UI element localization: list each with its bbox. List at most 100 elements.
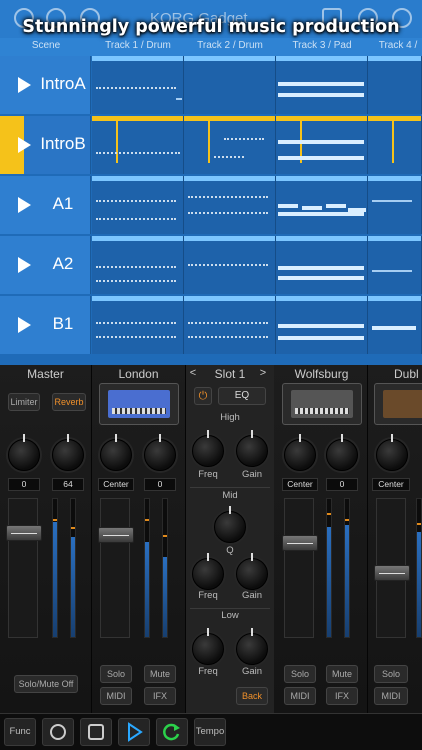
clip-a2-track2[interactable] xyxy=(184,236,276,294)
wolfsburg-pan-knob[interactable] xyxy=(284,434,316,471)
clip-a1-track3[interactable] xyxy=(276,176,368,234)
clip-a2-track4[interactable] xyxy=(368,236,422,294)
scene-button-a1[interactable]: A1 xyxy=(0,176,91,234)
scene-row-introb: IntroB xyxy=(0,116,422,174)
play-icon xyxy=(128,722,143,742)
master-fader[interactable] xyxy=(6,498,42,638)
clip-a1-track1[interactable] xyxy=(92,176,184,234)
play-button[interactable] xyxy=(118,718,150,746)
reverb-knob[interactable] xyxy=(52,434,84,471)
london-gadget-thumbnail[interactable] xyxy=(99,383,179,425)
eq-high-label: High xyxy=(220,412,240,423)
fader-cap[interactable] xyxy=(374,565,410,581)
high-freq-knob[interactable] xyxy=(192,430,224,467)
scene-button-introa[interactable]: IntroA xyxy=(0,56,91,114)
scene-button-introb[interactable]: IntroB xyxy=(0,116,91,174)
stop-button[interactable] xyxy=(80,718,112,746)
london-meter-left xyxy=(144,498,150,638)
scene-label: IntroA xyxy=(40,74,86,93)
low-gain-knob[interactable] xyxy=(236,628,268,665)
play-icon[interactable] xyxy=(18,77,31,93)
tempo-button[interactable]: Tempo xyxy=(194,718,226,746)
clip-introa-track3[interactable] xyxy=(276,56,368,114)
clip-introa-track4[interactable] xyxy=(368,56,422,114)
london-pan-value: Center xyxy=(98,478,134,491)
reverb-button[interactable]: Reverb xyxy=(52,393,86,411)
wolfsburg-gadget-thumbnail[interactable] xyxy=(282,383,362,425)
play-icon[interactable] xyxy=(18,197,31,213)
wolfsburg-ifx-button[interactable]: IFX xyxy=(326,687,358,705)
scene-button-a2[interactable]: A2 xyxy=(0,236,91,294)
clip-introb-track2[interactable] xyxy=(184,116,276,174)
play-icon[interactable] xyxy=(18,317,31,333)
clip-a1-track2[interactable] xyxy=(184,176,276,234)
clip-a2-track3[interactable] xyxy=(276,236,368,294)
clip-introa-track1[interactable] xyxy=(92,56,184,114)
loop-button[interactable] xyxy=(156,718,188,746)
func-button[interactable]: Func xyxy=(4,718,36,746)
master-meter-right xyxy=(70,498,76,638)
play-icon[interactable] xyxy=(18,137,31,153)
wolfsburg-midi-button[interactable]: MIDI xyxy=(284,687,316,705)
eq-button[interactable]: EQ xyxy=(218,387,266,405)
clip-a1-track4[interactable] xyxy=(368,176,422,234)
clip-introa-track2[interactable] xyxy=(184,56,276,114)
play-icon[interactable] xyxy=(18,257,31,273)
clip-introb-track3[interactable] xyxy=(276,116,368,174)
column-header-track-4[interactable]: Track 4 / xyxy=(368,40,422,51)
clip-a2-track1[interactable] xyxy=(92,236,184,294)
wolfsburg-send-knob[interactable] xyxy=(326,434,358,471)
column-header-track-1[interactable]: Track 1 / Drum xyxy=(92,40,184,51)
eq-mid-label: Mid xyxy=(222,490,238,501)
london-mute-button[interactable]: Mute xyxy=(144,665,176,683)
dublin-midi-button[interactable]: MIDI xyxy=(374,687,408,705)
record-button[interactable] xyxy=(42,718,74,746)
fader-cap[interactable] xyxy=(282,535,318,551)
fader-cap[interactable] xyxy=(6,525,42,541)
dublin-strip: Dubl Center Solo MIDI xyxy=(368,365,422,713)
scene-row-b1: B1 xyxy=(0,296,422,354)
mid-freq-knob[interactable] xyxy=(192,553,224,590)
mid-gain-knob[interactable] xyxy=(236,553,268,590)
scene-row-a2: A2 xyxy=(0,236,422,294)
wolfsburg-mute-button[interactable]: Mute xyxy=(326,665,358,683)
scene-label: IntroB xyxy=(40,134,86,153)
dublin-pan-knob[interactable] xyxy=(376,434,408,471)
london-send-knob[interactable] xyxy=(144,434,176,471)
solo-mute-off-button[interactable]: Solo/Mute Off xyxy=(14,675,78,693)
clip-b1-track2[interactable] xyxy=(184,296,276,354)
limiter-button[interactable]: Limiter xyxy=(8,393,40,411)
clip-b1-track4[interactable] xyxy=(368,296,422,354)
slot-next-button[interactable]: > xyxy=(256,367,270,379)
wolfsburg-fader[interactable] xyxy=(282,498,318,638)
wolfsburg-meter-left xyxy=(326,498,332,638)
high-gain-knob[interactable] xyxy=(236,430,268,467)
london-midi-button[interactable]: MIDI xyxy=(100,687,132,705)
london-ifx-button[interactable]: IFX xyxy=(144,687,176,705)
column-header-track-2[interactable]: Track 2 / Drum xyxy=(184,40,276,51)
eq-panel: < Slot 1 > ⏻ EQ High Freq Gain Mid Q Fre… xyxy=(186,365,274,713)
wolfsburg-solo-button[interactable]: Solo xyxy=(284,665,316,683)
back-button[interactable]: Back xyxy=(236,687,268,705)
dublin-fader[interactable] xyxy=(374,498,410,638)
dublin-solo-button[interactable]: Solo xyxy=(374,665,408,683)
london-solo-button[interactable]: Solo xyxy=(100,665,132,683)
master-strip: Master Limiter Reverb 0 64 Solo/Mute Off xyxy=(0,365,92,713)
dublin-gadget-thumbnail[interactable] xyxy=(374,383,422,425)
clip-b1-track3[interactable] xyxy=(276,296,368,354)
clip-b1-track1[interactable] xyxy=(92,296,184,354)
dublin-pan-value: Center xyxy=(372,478,410,491)
low-freq-knob[interactable] xyxy=(192,628,224,665)
column-header-track-3[interactable]: Track 3 / Pad xyxy=(276,40,368,51)
london-fader[interactable] xyxy=(98,498,134,638)
fader-cap[interactable] xyxy=(98,527,134,543)
scene-button-b1[interactable]: B1 xyxy=(0,296,91,354)
clip-introb-track1[interactable] xyxy=(92,116,184,174)
london-meter-right xyxy=(162,498,168,638)
london-pan-knob[interactable] xyxy=(100,434,132,471)
clip-introb-track4[interactable] xyxy=(368,116,422,174)
mid-q-knob[interactable] xyxy=(214,506,246,543)
power-button[interactable]: ⏻ xyxy=(194,387,212,405)
master-volume-knob[interactable] xyxy=(8,434,40,471)
london-strip: London Center 0 Solo Mute MIDI IFX xyxy=(92,365,186,713)
